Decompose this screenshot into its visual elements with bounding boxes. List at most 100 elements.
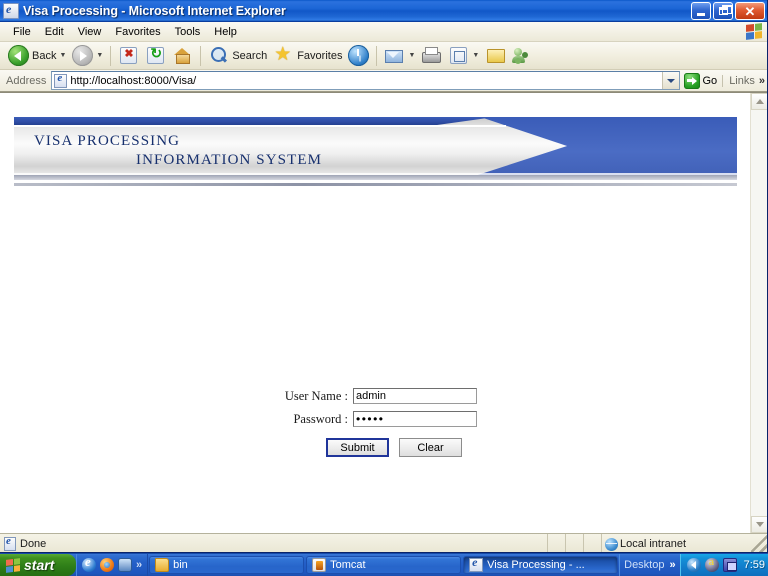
go-button-label: Go <box>702 74 718 87</box>
scroll-down-button[interactable] <box>751 516 767 533</box>
refresh-button[interactable] <box>142 44 169 68</box>
links-button[interactable]: Links » <box>722 74 765 87</box>
window-title: Visa Processing - Microsoft Internet Exp… <box>23 3 286 18</box>
stop-button[interactable] <box>115 44 142 68</box>
resize-grip[interactable] <box>751 533 767 552</box>
minimize-button[interactable] <box>691 2 711 20</box>
history-globe-icon <box>348 45 370 66</box>
clear-button[interactable]: Clear <box>399 438 462 457</box>
favorites-button[interactable]: Favorites <box>270 43 345 68</box>
mail-button[interactable]: ▼ <box>381 44 418 68</box>
taskbar-item-tomcat[interactable]: Tomcat <box>306 556 462 574</box>
taskbar-item-bin[interactable]: bin <box>149 556 305 574</box>
printer-icon <box>421 45 442 66</box>
menu-bar: File Edit View Favorites Tools Help <box>0 22 767 42</box>
star-icon <box>273 43 294 66</box>
links-label: Links <box>729 74 755 87</box>
globe-icon <box>605 537 618 551</box>
status-bar: Done Local intranet <box>0 533 767 552</box>
menu-item-view[interactable]: View <box>71 24 109 40</box>
start-button[interactable]: start <box>0 554 76 576</box>
restore-icon <box>718 5 732 15</box>
system-tray: 7:59 PM <box>679 554 768 576</box>
forward-button[interactable]: ▼ <box>69 44 106 68</box>
folder-icon <box>155 558 170 572</box>
quicklaunch-firefox-icon[interactable] <box>100 558 114 572</box>
favorites-button-label: Favorites <box>297 49 343 62</box>
search-button-label: Search <box>232 49 268 62</box>
discuss-button[interactable] <box>482 44 509 68</box>
taskbar: start » bin Tomcat Visa Processing - ...… <box>0 553 768 576</box>
password-value: ••••• <box>356 412 385 426</box>
vertical-scrollbar[interactable] <box>750 93 767 533</box>
menu-item-edit[interactable]: Edit <box>38 24 71 40</box>
status-cell <box>583 533 601 552</box>
chevron-right-icon[interactable]: » <box>759 75 765 87</box>
chevron-down-icon <box>755 522 764 527</box>
home-button[interactable] <box>169 44 196 68</box>
taskbar-item-visa-processing[interactable]: Visa Processing - ... <box>463 556 619 574</box>
desktop-screen: Visa Processing - Microsoft Internet Exp… <box>0 0 768 576</box>
password-input[interactable]: ••••• <box>353 411 477 427</box>
chevron-down-icon: ▼ <box>408 52 416 59</box>
toolbar-separator <box>200 45 202 66</box>
banner-title-line1: VISA PROCESSING <box>34 133 181 149</box>
menu-item-file[interactable]: File <box>6 24 38 40</box>
maximize-restore-button[interactable] <box>713 2 733 20</box>
status-cell <box>565 533 583 552</box>
back-button-label: Back <box>32 49 57 62</box>
stop-icon <box>120 47 138 64</box>
chevron-up-icon <box>755 99 764 104</box>
print-button[interactable] <box>418 44 445 68</box>
banner-top-bar <box>14 117 495 125</box>
web-page: VISA PROCESSING INFORMATION SYSTEM User … <box>0 93 750 533</box>
menu-item-favorites[interactable]: Favorites <box>108 24 167 40</box>
close-icon: ✕ <box>744 3 756 19</box>
messenger-icon <box>512 45 533 66</box>
back-button[interactable]: Back ▼ <box>5 44 69 68</box>
tomcat-icon <box>312 558 327 572</box>
username-input[interactable]: admin <box>353 388 477 404</box>
address-dropdown-button[interactable] <box>661 72 679 89</box>
search-button[interactable]: Search <box>205 44 270 68</box>
status-cell <box>547 533 565 552</box>
form-buttons: Submit Clear <box>326 438 462 457</box>
menu-item-tools[interactable]: Tools <box>168 24 208 40</box>
quicklaunch-app-icon[interactable] <box>118 558 132 572</box>
address-input[interactable]: http://localhost:8000/Visa/ <box>51 71 680 90</box>
username-label: User Name : <box>284 388 348 403</box>
address-label: Address <box>6 74 47 87</box>
history-button[interactable] <box>345 44 372 68</box>
go-button[interactable]: Go <box>680 72 723 89</box>
ie-icon <box>469 557 484 572</box>
mail-icon <box>384 45 405 66</box>
menu-item-help[interactable]: Help <box>207 24 244 40</box>
browser-window: Visa Processing - Microsoft Internet Exp… <box>0 0 768 553</box>
avira-icon[interactable] <box>704 556 719 572</box>
quick-launch-bar: » <box>76 554 149 576</box>
network-icon[interactable] <box>722 558 737 572</box>
chevron-down-icon[interactable]: ▼ <box>59 52 66 59</box>
edit-page-icon <box>450 47 468 64</box>
messenger-button[interactable] <box>509 44 536 68</box>
close-button[interactable]: ✕ <box>735 2 765 20</box>
back-arrow-icon <box>8 45 29 66</box>
address-url-text: http://localhost:8000/Visa/ <box>70 74 197 87</box>
quicklaunch-overflow-chevron-icon[interactable]: » <box>136 559 142 571</box>
username-row: User Name : admin <box>273 388 477 404</box>
submit-button[interactable]: Submit <box>326 438 389 457</box>
quicklaunch-ie-icon[interactable] <box>82 554 96 572</box>
toolbar-separator <box>376 45 378 66</box>
ie-page-icon <box>3 2 19 19</box>
window-titlebar: Visa Processing - Microsoft Internet Exp… <box>0 0 767 22</box>
desktop-toolbar[interactable]: Desktop » <box>619 554 679 576</box>
taskbar-item-label: Visa Processing - ... <box>487 559 585 571</box>
edit-button[interactable]: ▼ <box>445 44 482 68</box>
clock[interactable]: 7:59 PM <box>741 559 768 571</box>
shield-icon[interactable] <box>686 558 701 572</box>
taskbar-item-label: Tomcat <box>330 559 366 571</box>
security-zone[interactable]: Local intranet <box>601 533 751 552</box>
scroll-up-button[interactable] <box>751 93 767 110</box>
chevron-right-icon[interactable]: » <box>669 559 675 571</box>
note-icon <box>485 45 506 66</box>
